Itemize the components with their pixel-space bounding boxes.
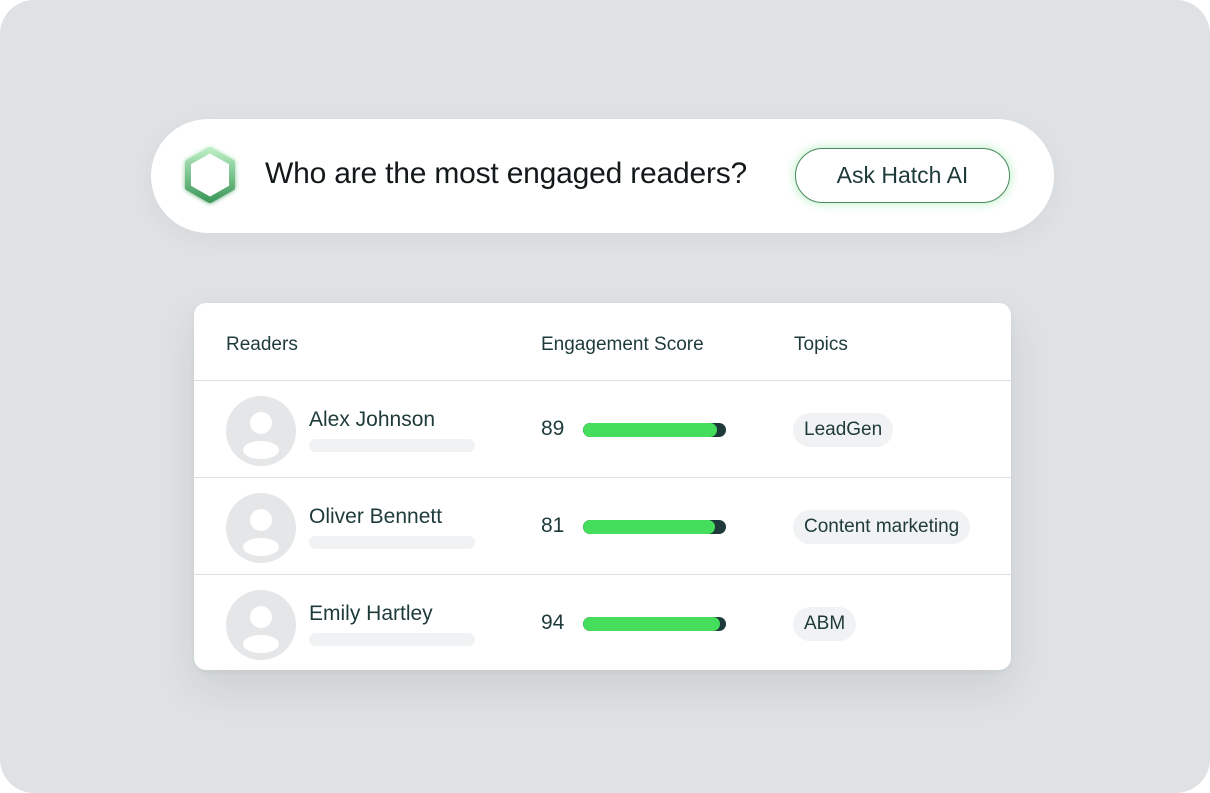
engagement-score-bar-fill bbox=[583, 423, 718, 437]
engagement-score-bar bbox=[583, 423, 726, 437]
reader-name[interactable]: Emily Hartley bbox=[309, 600, 433, 628]
column-header-readers[interactable]: Readers bbox=[226, 333, 298, 357]
reader-subtitle-placeholder bbox=[309, 439, 475, 452]
column-header-topics[interactable]: Topics bbox=[794, 333, 848, 357]
readers-table: Readers Engagement Score Topics Alex Joh… bbox=[194, 303, 1011, 670]
engagement-score-bar bbox=[583, 617, 726, 631]
topic-tag[interactable]: LeadGen bbox=[793, 413, 894, 447]
table-row[interactable]: Oliver Bennett 81 Content marketing bbox=[194, 477, 1011, 573]
ask-hatch-ai-button[interactable]: Ask Hatch AI bbox=[795, 148, 1010, 203]
avatar-icon bbox=[226, 396, 296, 466]
canvas-background: Who are the most engaged readers? Ask Ha… bbox=[0, 0, 1210, 793]
table-row[interactable]: Alex Johnson 89 LeadGen bbox=[194, 380, 1011, 476]
engagement-score-value: 94 bbox=[541, 611, 565, 634]
engagement-score-bar bbox=[583, 520, 726, 534]
column-header-engagement-score[interactable]: Engagement Score bbox=[541, 333, 704, 357]
table-row[interactable]: Emily Hartley 94 ABM bbox=[194, 574, 1011, 670]
engagement-score-value: 89 bbox=[541, 417, 565, 440]
reader-name[interactable]: Alex Johnson bbox=[309, 406, 435, 434]
reader-subtitle-placeholder bbox=[309, 633, 475, 646]
avatar-icon bbox=[226, 493, 296, 563]
reader-name[interactable]: Oliver Bennett bbox=[309, 503, 442, 531]
query-text[interactable]: Who are the most engaged readers? bbox=[265, 152, 747, 196]
topic-tag[interactable]: Content marketing bbox=[793, 510, 971, 544]
hexagon-icon bbox=[178, 144, 242, 208]
reader-subtitle-placeholder bbox=[309, 536, 475, 549]
engagement-score-value: 81 bbox=[541, 514, 565, 537]
engagement-score-bar-fill bbox=[583, 520, 715, 534]
topic-tag[interactable]: ABM bbox=[793, 607, 857, 641]
engagement-score-bar-fill bbox=[583, 617, 721, 631]
avatar-icon bbox=[226, 590, 296, 660]
